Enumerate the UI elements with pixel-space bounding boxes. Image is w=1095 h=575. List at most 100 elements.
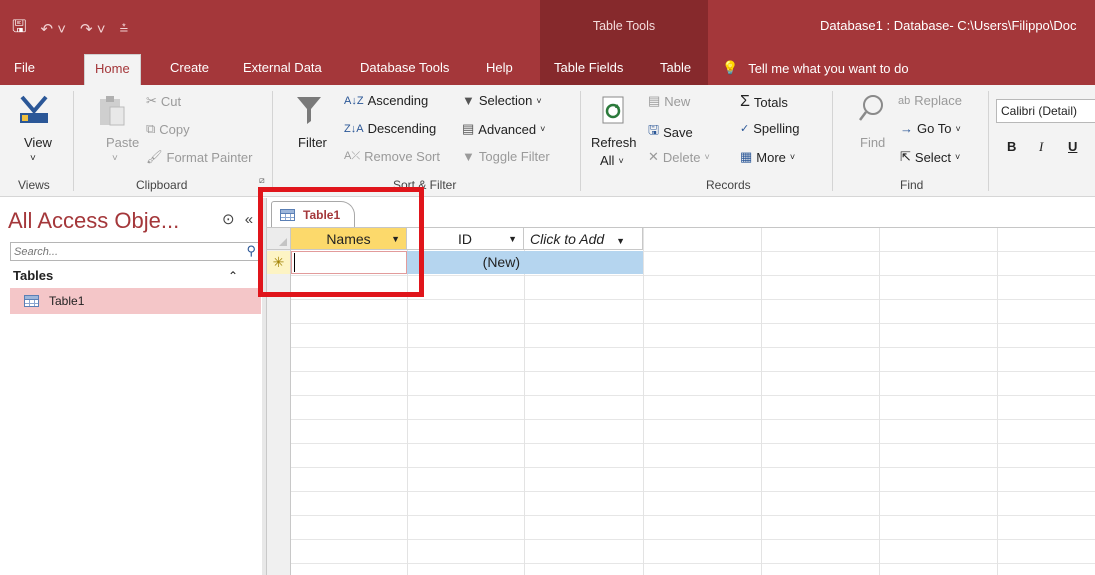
highlight-box — [258, 187, 424, 297]
chevron-down-icon: ˅ — [540, 124, 546, 134]
nav-item-label: Table1 — [49, 294, 85, 308]
refresh-all-button[interactable]: Refresh — [591, 135, 637, 150]
refresh-icon — [600, 95, 628, 130]
selection-label: Selection — [478, 93, 533, 108]
tab-external-data[interactable]: External Data — [243, 60, 322, 75]
sigma-icon: Σ — [740, 93, 750, 110]
column-header-id[interactable]: ID ▼ — [407, 228, 524, 250]
delete-icon: ✕ — [648, 149, 659, 164]
grid-line — [524, 228, 525, 575]
find-button[interactable]: Find — [860, 135, 885, 150]
chevron-down-icon: ˅ — [618, 155, 624, 166]
spelling-label: Spelling — [753, 121, 800, 136]
nav-pane-controls: ⊙ « — [222, 210, 253, 228]
grid-line — [997, 228, 998, 575]
nav-search-input[interactable] — [11, 243, 236, 261]
customize-qat-icon[interactable]: ⩮ — [119, 20, 128, 37]
column-dropdown-icon[interactable]: ▼ — [616, 236, 625, 246]
tell-me-text: Tell me what you want to do — [748, 60, 909, 76]
selection-button[interactable]: ▼ Selection ˅ — [462, 93, 542, 108]
ribbon: View ˅ Views Paste ˅ ✂ Cut ⧉ Copy 🖌 Format … — [0, 85, 1095, 197]
italic-button[interactable]: I — [1039, 139, 1043, 155]
chevron-down-icon: ˅ — [789, 152, 796, 162]
copy-label: Copy — [159, 121, 190, 137]
refresh-all-sub[interactable]: All ˅ — [600, 153, 624, 168]
new-record-icon: ▤ — [648, 93, 661, 108]
save-icon[interactable]: 🖫 — [12, 14, 26, 43]
group-label-views: Views — [18, 178, 50, 192]
more-label: More — [756, 149, 786, 165]
advanced-button[interactable]: ▤ Advanced ˅ — [462, 121, 545, 137]
goto-button[interactable]: → Go To ˅ — [900, 121, 961, 136]
tab-help[interactable]: Help — [486, 60, 513, 75]
tab-create[interactable]: Create — [170, 60, 209, 75]
chevron-circle-down-icon[interactable]: ⊙ — [222, 211, 235, 228]
tab-table[interactable]: Table — [660, 60, 691, 75]
navigation-pane: All Access Obje... ⊙ « ⚲ Tables ⌃ Table1 — [0, 198, 262, 575]
filter-icon — [296, 95, 322, 128]
tab-home[interactable]: Home — [84, 54, 141, 85]
paste-button[interactable]: Paste — [106, 135, 139, 150]
replace-icon: ab — [898, 94, 911, 107]
format-painter-button[interactable]: 🖌 Format Painter — [146, 149, 253, 165]
separator — [832, 91, 833, 191]
nav-group-header[interactable]: Tables ⌃ — [10, 266, 260, 286]
collapse-group-icon[interactable]: ⌃ — [228, 266, 238, 286]
separator — [73, 91, 74, 191]
totals-button[interactable]: Σ Totals — [740, 93, 788, 111]
spelling-button[interactable]: ✓ Spelling — [740, 121, 799, 136]
toggle-filter-button[interactable]: ▼ Toggle Filter — [462, 149, 550, 164]
paste-dropdown-icon[interactable]: ˅ — [112, 153, 118, 164]
tab-database-tools[interactable]: Database Tools — [360, 60, 449, 75]
chevron-down-icon: ˅ — [704, 152, 710, 162]
replace-button[interactable]: ab Replace — [898, 93, 962, 108]
nav-item-table1[interactable]: Table1 — [10, 288, 261, 314]
tab-file[interactable]: File — [14, 60, 35, 75]
tab-table-fields[interactable]: Table Fields — [554, 60, 623, 75]
descending-button[interactable]: Z↓A Descending — [344, 121, 436, 136]
group-label-clipboard: Clipboard — [136, 178, 188, 192]
underline-button[interactable]: U — [1068, 139, 1077, 154]
select-button[interactable]: ⇱ Select ˅ — [900, 149, 960, 165]
copy-button[interactable]: ⧉ Copy — [146, 121, 190, 137]
ascending-button[interactable]: A↓Z Ascending — [344, 93, 428, 108]
new-record-button[interactable]: ▤ New — [648, 93, 690, 109]
search-icon[interactable]: ⚲ — [246, 243, 256, 259]
ribbon-tabs: File Home Create External Data Database … — [0, 52, 1095, 85]
title-bar: 🖫 ↶ ˅ ↷ ˅ ⩮ Table Tools Database1 : Data… — [0, 0, 1095, 52]
dialog-launcher-icon[interactable]: ⧄ — [259, 175, 265, 186]
nav-group-label: Tables — [13, 268, 54, 283]
filter-button[interactable]: Filter — [298, 135, 327, 150]
table-icon — [24, 295, 39, 307]
view-button[interactable]: View — [24, 135, 52, 150]
undo-icon[interactable]: ↶ ˅ — [40, 20, 66, 38]
remove-sort-button[interactable]: A⤫ Remove Sort — [344, 149, 440, 164]
new-label: New — [664, 93, 691, 109]
delete-record-button[interactable]: ✕ Delete ˅ — [648, 149, 710, 165]
find-magnifier-icon — [858, 93, 886, 128]
sort-ascending-icon: A↓Z — [344, 94, 364, 107]
font-name-field[interactable]: Calibri (Detail) — [996, 99, 1095, 123]
selection-filter-icon: ▼ — [462, 93, 475, 108]
redo-icon[interactable]: ↷ ˅ — [80, 20, 106, 38]
save-record-button[interactable]: 🖫 Save — [648, 121, 693, 143]
bold-button[interactable]: B — [1007, 139, 1016, 154]
tell-me-box[interactable]: 💡 Tell me what you want to do — [722, 60, 909, 76]
descending-label: Descending — [367, 121, 437, 136]
refresh-all-label: All — [600, 153, 615, 168]
nav-pane-title[interactable]: All Access Obje... — [8, 208, 179, 234]
toggle-filter-icon: ▼ — [462, 149, 475, 164]
cut-button[interactable]: ✂ Cut — [146, 93, 181, 109]
collapse-pane-icon[interactable]: « — [245, 211, 253, 228]
nav-search-box[interactable]: ⚲ — [10, 242, 260, 261]
remove-sort-label: Remove Sort — [364, 149, 441, 164]
column-dropdown-icon[interactable]: ▼ — [508, 228, 517, 250]
group-label-find: Find — [900, 178, 924, 192]
more-button[interactable]: ▦ More ˅ — [740, 149, 795, 165]
id-cell-new: (New) — [482, 254, 520, 270]
view-dropdown-icon[interactable]: ˅ — [30, 153, 36, 164]
column-header-click-to-add[interactable]: Click to Add ▼ — [524, 228, 643, 250]
remove-sort-icon: A⤫ — [344, 150, 361, 162]
ascending-label: Ascending — [367, 93, 429, 108]
save-record-icon: 🖫 — [648, 122, 660, 137]
